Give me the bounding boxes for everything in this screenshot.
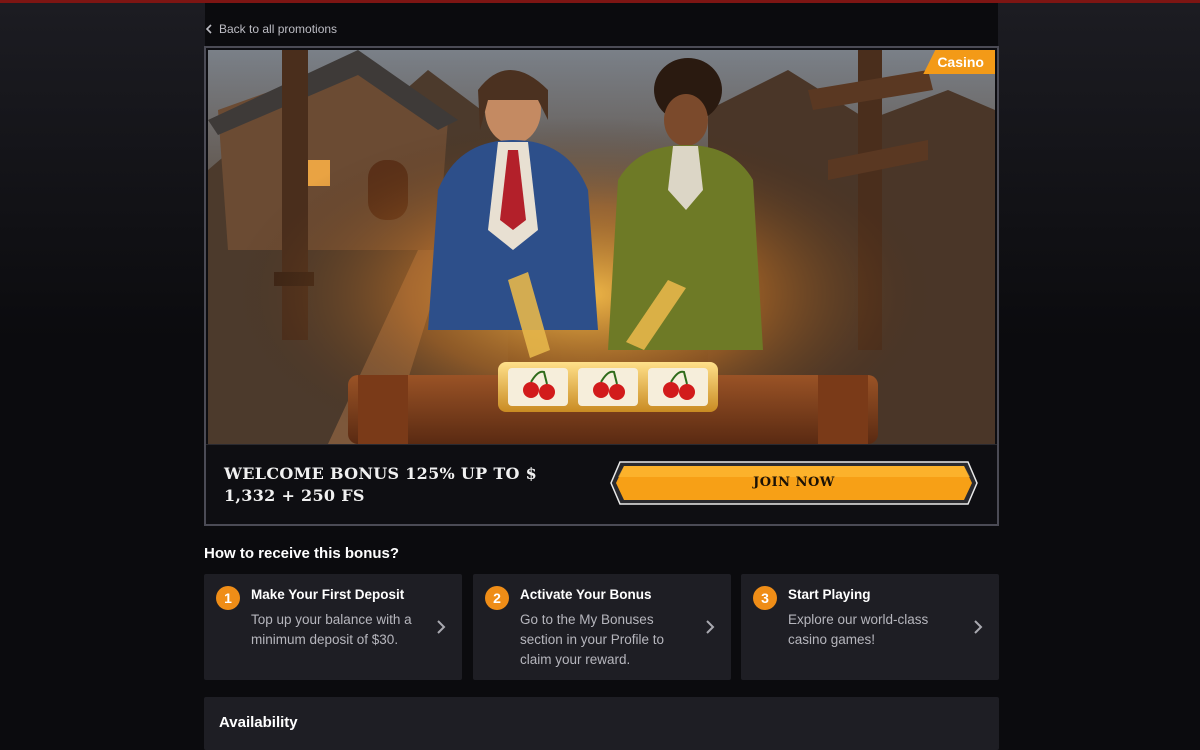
step-title: Activate Your Bonus bbox=[520, 587, 652, 602]
back-to-promotions-link[interactable]: Back to all promotions bbox=[205, 20, 337, 38]
hero-illustration bbox=[208, 50, 995, 444]
promo-hero-image bbox=[208, 50, 995, 444]
availability-section[interactable]: Availability bbox=[204, 697, 999, 750]
step-card-3[interactable]: 3 Start Playing Explore our world-class … bbox=[741, 574, 999, 680]
side-shade-right bbox=[998, 3, 1200, 750]
join-now-label: JOIN NOW bbox=[753, 475, 835, 490]
category-badge: Casino bbox=[923, 50, 995, 74]
step-title: Start Playing bbox=[788, 587, 871, 602]
step-description: Explore our world-class casino games! bbox=[788, 612, 929, 647]
chevron-left-icon bbox=[205, 24, 212, 34]
side-shade-left bbox=[0, 3, 205, 750]
back-link-label: Back to all promotions bbox=[219, 22, 338, 36]
chevron-right-icon bbox=[974, 620, 983, 634]
chevron-right-icon bbox=[437, 620, 446, 634]
promo-title: WELCOME BONUS 125% UP TO $ 1,332 + 250 F… bbox=[224, 464, 538, 505]
step-description: Go to the My Bonuses section in your Pro… bbox=[520, 612, 665, 667]
step-number-badge: 1 bbox=[216, 586, 240, 610]
join-now-button[interactable]: JOIN NOW bbox=[610, 461, 978, 505]
step-number-badge: 3 bbox=[753, 586, 777, 610]
step-number-badge: 2 bbox=[485, 586, 509, 610]
promo-footer: WELCOME BONUS 125% UP TO $ 1,332 + 250 F… bbox=[206, 444, 997, 524]
howto-title: How to receive this bonus? bbox=[204, 545, 400, 562]
step-title: Make Your First Deposit bbox=[251, 587, 405, 602]
step-card-1[interactable]: 1 Make Your First Deposit Top up your ba… bbox=[204, 574, 462, 680]
step-description: Top up your balance with a minimum depos… bbox=[251, 612, 412, 647]
availability-title: Availability bbox=[219, 714, 298, 731]
step-card-2[interactable]: 2 Activate Your Bonus Go to the My Bonus… bbox=[473, 574, 731, 680]
promo-card: Casino WELCOME BONUS 125% UP TO $ 1,332 … bbox=[204, 46, 999, 526]
chevron-right-icon bbox=[706, 620, 715, 634]
